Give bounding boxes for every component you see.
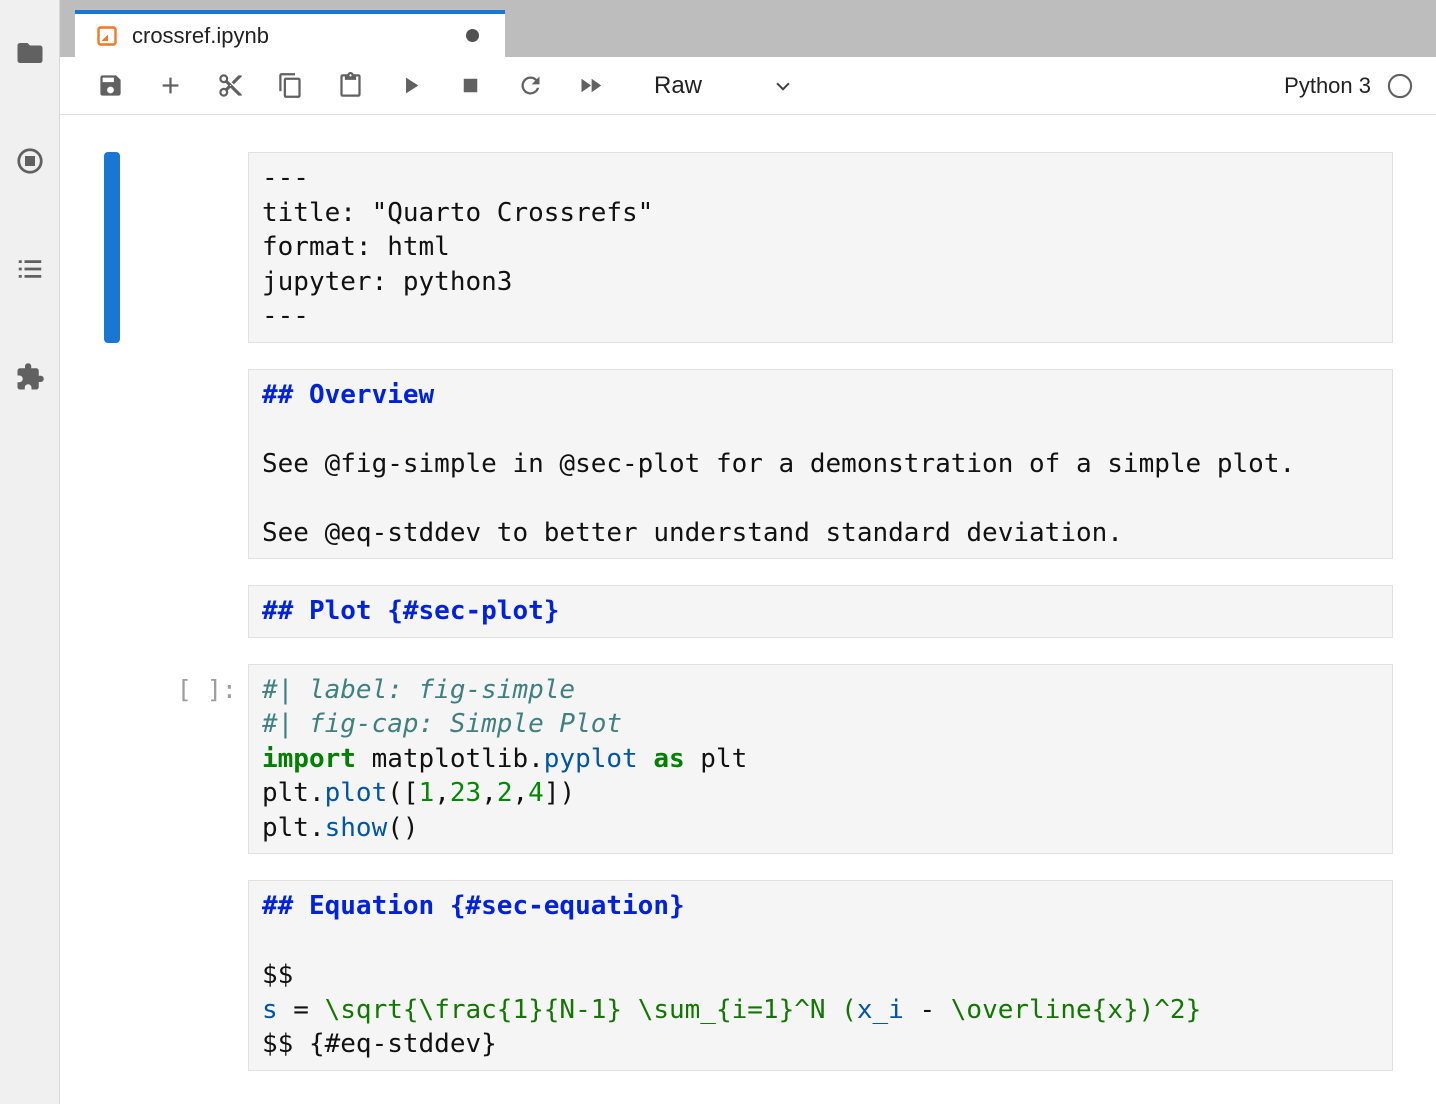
code-line [262,924,1379,959]
jupyterlab-app: crossref.ipynb Raw Python 3 ---title: [0,0,1436,1104]
main-area: crossref.ipynb Raw Python 3 ---title: [60,0,1436,1104]
sidebar-item-table-of-contents[interactable] [8,254,52,284]
cell-editor[interactable]: ## Plot {#sec-plot} [248,585,1393,638]
code-line: title: "Quarto Crossrefs" [262,196,1379,231]
code-line: #| label: fig-simple [262,673,1379,708]
code-line: plt.plot([1,23,2,4]) [262,776,1379,811]
copy-icon [277,72,304,99]
cell-collapser[interactable] [104,585,120,638]
cell-prompt [120,585,248,638]
restart-kernel-button[interactable] [506,64,554,108]
left-sidebar [0,0,60,1104]
code-line: See @fig-simple in @sec-plot for a demon… [262,447,1379,482]
code-line: --- [262,161,1379,196]
cell-gutter [104,880,248,1071]
code-line: ## Equation {#sec-equation} [262,889,1379,924]
code-line: s = \sqrt{\frac{1}{N-1} \sum_{i=1}^N (x_… [262,993,1379,1028]
cell-1-raw[interactable]: ---title: "Quarto Crossrefs"format: html… [104,152,1393,343]
code-line: format: html [262,230,1379,265]
code-line: plt.show() [262,811,1379,846]
cell-type-dropdown[interactable]: Raw [654,72,796,100]
code-line: #| fig-cap: Simple Plot [262,707,1379,742]
extensions-icon [15,362,45,392]
tab-title: crossref.ipynb [132,23,269,49]
cell-gutter [104,369,248,560]
paste-icon [337,72,364,99]
code-line: jupyter: python3 [262,265,1379,300]
notebook-cells: ---title: "Quarto Crossrefs"format: html… [60,115,1436,1104]
run-icon [397,72,424,99]
cut-icon [217,72,244,99]
toolbar-buttons [86,64,626,108]
cell-editor[interactable]: ## Overview See @fig-simple in @sec-plot… [248,369,1393,560]
cell-editor[interactable]: #| label: fig-simple#| fig-cap: Simple P… [248,664,1393,855]
cell-5-markdown[interactable]: ## Equation {#sec-equation} $$s = \sqrt{… [104,880,1393,1071]
code-line: See @eq-stddev to better understand stan… [262,516,1379,551]
cell-editor[interactable]: ## Equation {#sec-equation} $$s = \sqrt{… [248,880,1393,1071]
code-line: --- [262,299,1379,334]
code-line: import matplotlib.pyplot as plt [262,742,1379,777]
cell-prompt [120,880,248,1071]
restart-run-all-button[interactable] [566,64,614,108]
stop-icon [457,72,484,99]
cell-collapser[interactable] [104,369,120,560]
code-line: $$ {#eq-stddev} [262,1027,1379,1062]
cell-type-value: Raw [654,72,702,100]
save-icon [97,72,124,99]
unsaved-changes-dot[interactable] [466,29,479,42]
paste-cells-button[interactable] [326,64,374,108]
cell-prompt [120,152,248,343]
code-line: $$ [262,958,1379,993]
copy-cells-button[interactable] [266,64,314,108]
code-line: ## Overview [262,378,1379,413]
interrupt-kernel-button[interactable] [446,64,494,108]
cell-2-markdown[interactable]: ## Overview See @fig-simple in @sec-plot… [104,369,1393,560]
cell-editor[interactable]: ---title: "Quarto Crossrefs"format: html… [248,152,1393,343]
cell-gutter [104,152,248,343]
cell-gutter: [ ]: [104,664,248,855]
kernel-indicator[interactable]: Python 3 [1284,72,1414,100]
tab-bar: crossref.ipynb [60,0,1436,57]
kernel-status-icon [1386,72,1414,100]
running-kernels-icon [15,146,45,176]
cell-collapser[interactable] [104,152,120,343]
fast-forward-icon [577,72,604,99]
sidebar-item-extension-manager[interactable] [8,362,52,392]
tab-crossref-ipynb[interactable]: crossref.ipynb [75,10,505,57]
cell-collapser[interactable] [104,664,120,855]
sidebar-item-file-browser[interactable] [8,38,52,68]
cell-4-code[interactable]: [ ]:#| label: fig-simple#| fig-cap: Simp… [104,664,1393,855]
chevron-down-icon [770,73,796,99]
cut-cells-button[interactable] [206,64,254,108]
cell-3-markdown[interactable]: ## Plot {#sec-plot} [104,585,1393,638]
save-button[interactable] [86,64,134,108]
code-line [262,481,1379,516]
code-line [262,412,1379,447]
kernel-name: Python 3 [1284,73,1371,99]
table-of-contents-icon [15,254,45,284]
sidebar-item-running-kernels[interactable] [8,146,52,176]
notebook-toolbar: Raw Python 3 [60,57,1436,115]
plus-icon [157,72,184,99]
cell-gutter [104,585,248,638]
folder-icon [15,38,45,68]
restart-icon [517,72,544,99]
cell-prompt: [ ]: [120,664,248,855]
insert-cell-button[interactable] [146,64,194,108]
cell-prompt [120,369,248,560]
run-cell-button[interactable] [386,64,434,108]
notebook-icon [95,24,119,48]
code-line: ## Plot {#sec-plot} [262,594,1379,629]
cell-collapser[interactable] [104,880,120,1071]
